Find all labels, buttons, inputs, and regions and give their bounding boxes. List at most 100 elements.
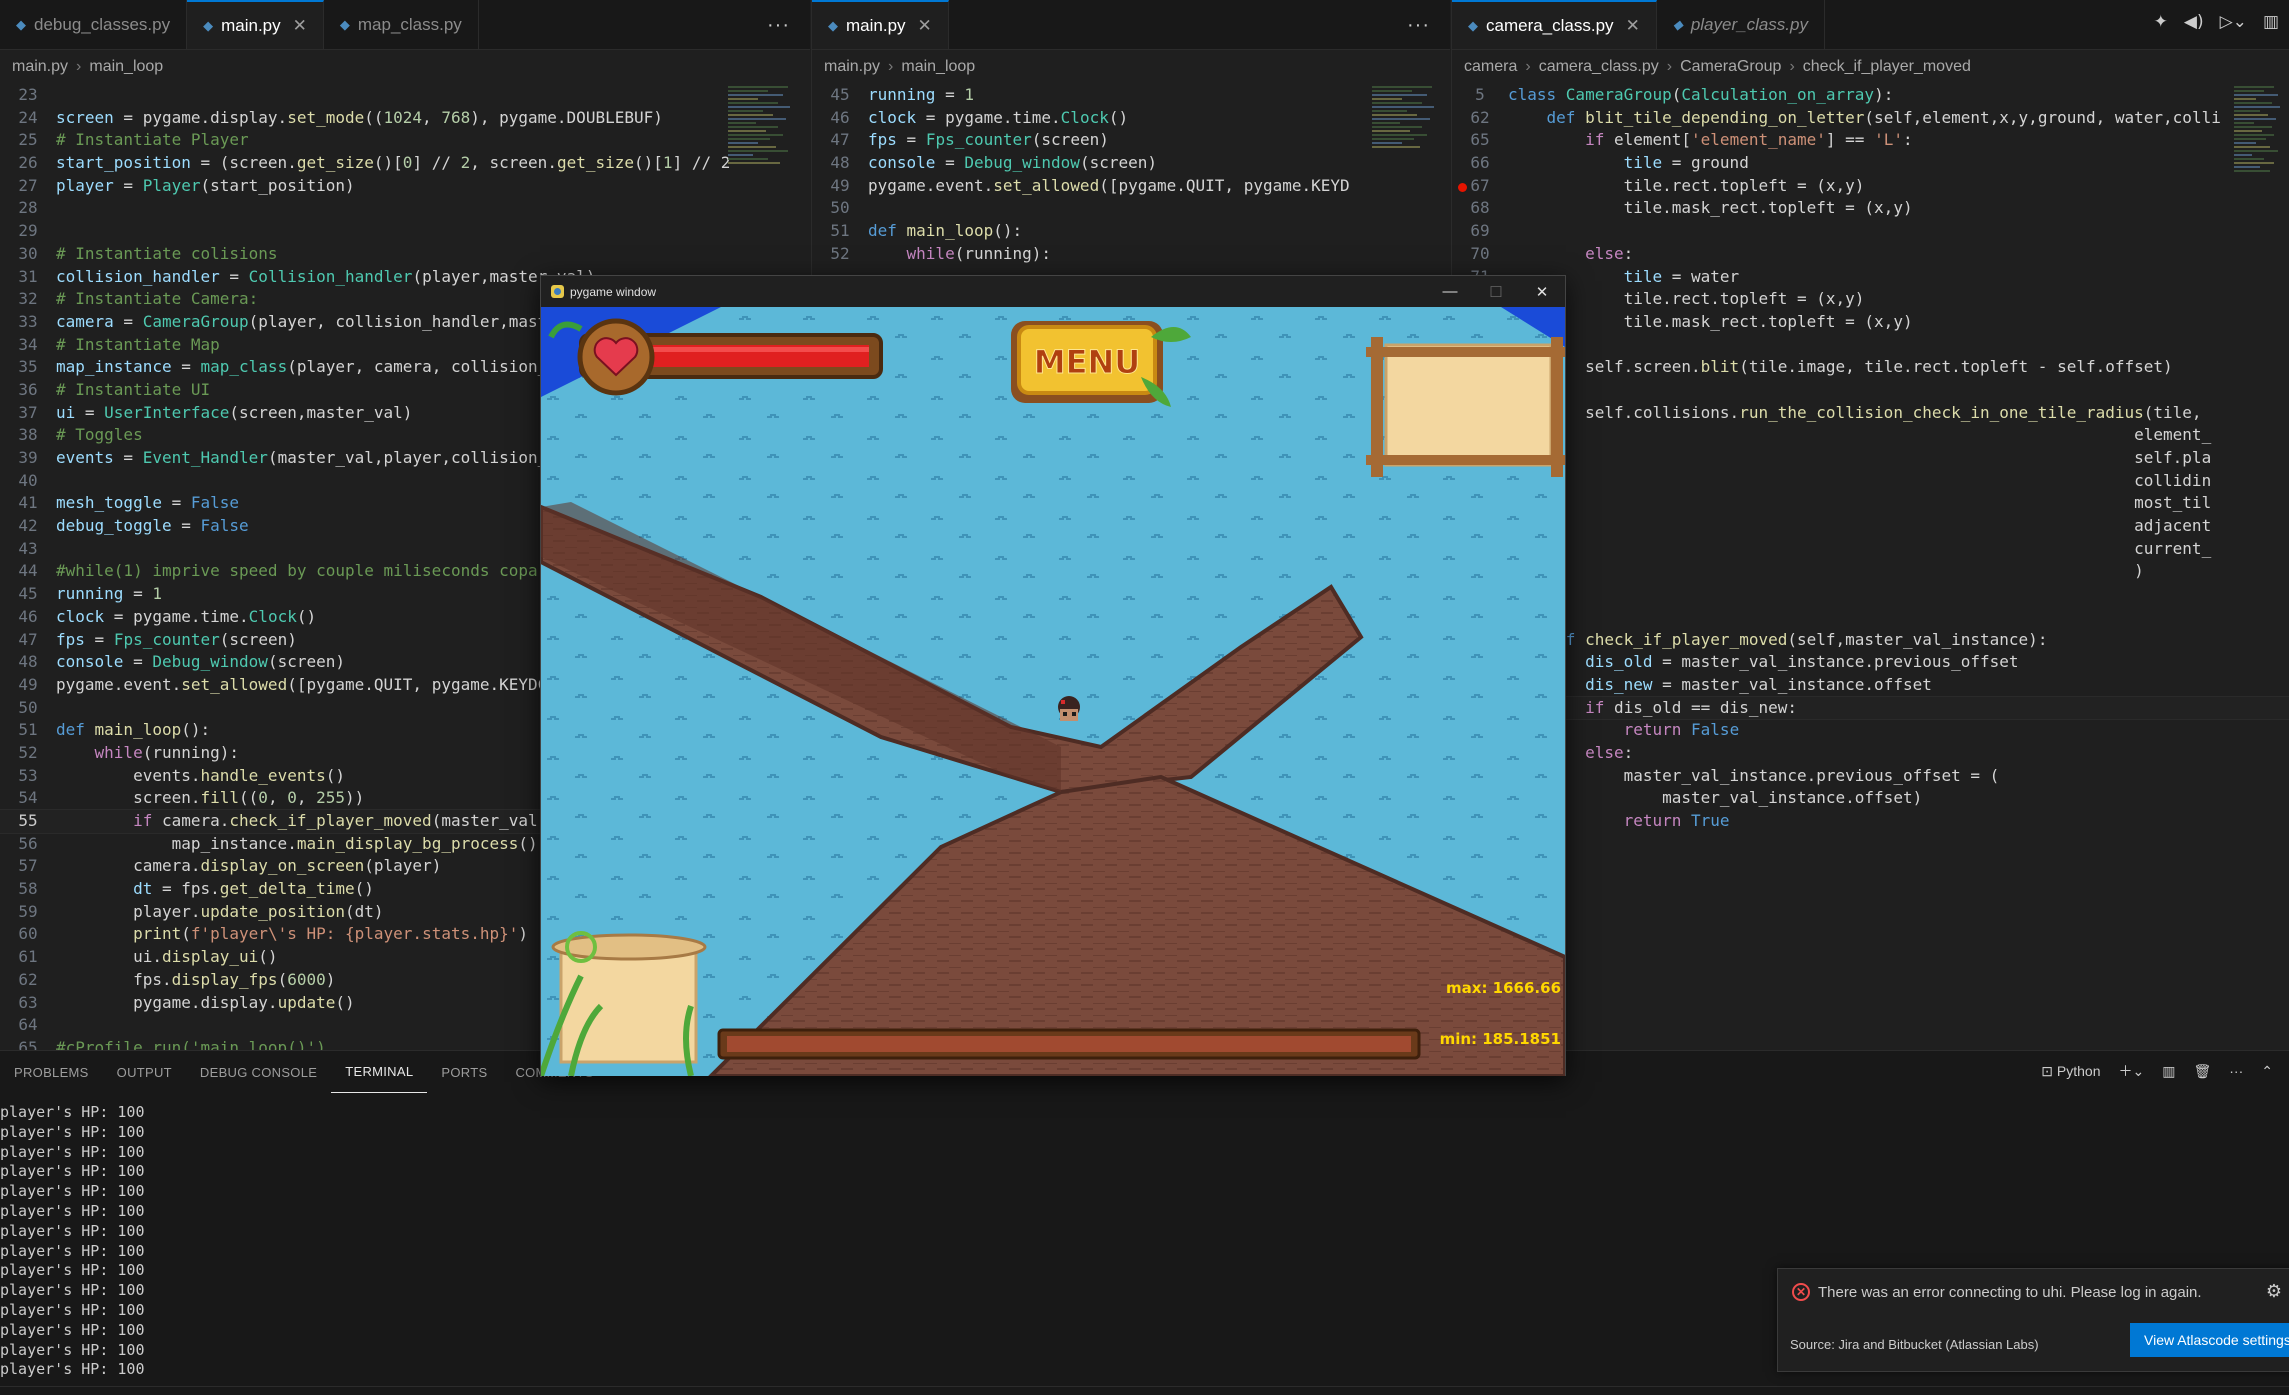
code-line[interactable]: 69 xyxy=(1452,220,2289,243)
code-line[interactable]: 46 clock = pygame.time.Clock() xyxy=(812,107,1450,130)
code-line[interactable]: 65 if element['element_name'] == 'L': xyxy=(1452,129,2289,152)
code-line[interactable]: 27 player = Player(start_position) xyxy=(0,175,810,198)
code-line[interactable]: 86 xyxy=(1452,606,2289,629)
code-line[interactable]: 66 tile = ground xyxy=(1452,152,2289,175)
code-line[interactable]: 94 master_val_instance.offset) xyxy=(1452,787,2289,810)
breadcrumb-item[interactable]: main.py xyxy=(824,58,880,76)
code-line[interactable]: 71 tile = water xyxy=(1452,266,2289,289)
minimap[interactable] xyxy=(1372,84,1450,214)
line-number: 45 xyxy=(830,85,850,104)
code-line[interactable]: 80 collidin xyxy=(1452,470,2289,493)
sound-icon[interactable]: ◀) xyxy=(2184,12,2204,32)
code-line[interactable]: 79 self.pla xyxy=(1452,447,2289,470)
code-line[interactable]: 50 xyxy=(812,197,1450,220)
code-line[interactable]: 48 console = Debug_window(screen) xyxy=(812,152,1450,175)
minimap[interactable] xyxy=(728,84,808,214)
code-line[interactable]: 85 xyxy=(1452,583,2289,606)
breadcrumb-item[interactable]: main_loop xyxy=(89,58,163,76)
code-line[interactable]: 76 xyxy=(1452,379,2289,402)
game-canvas[interactable]: MENU max: 1666.66 min: 185.1851 xyxy=(541,307,1565,1076)
more-actions-icon[interactable]: ··· xyxy=(767,14,790,37)
code-line[interactable]: 28 xyxy=(0,197,810,220)
code-line[interactable]: 30 # Instantiate colisions xyxy=(0,243,810,266)
new-terminal-icon[interactable]: ＋⌄ xyxy=(2119,1061,2145,1081)
breakpoint-icon[interactable] xyxy=(1458,182,1467,192)
code-line[interactable]: 88 dis_old = master_val_instance.previou… xyxy=(1452,651,2289,674)
code-line[interactable]: 75 self.screen.blit(tile.image, tile.rec… xyxy=(1452,356,2289,379)
more-actions-icon[interactable]: ··· xyxy=(1407,14,1430,37)
code-line[interactable]: 74 xyxy=(1452,334,2289,357)
view-settings-button[interactable]: View Atlascode settings xyxy=(2130,1323,2289,1357)
code-line[interactable]: 84 ) xyxy=(1452,560,2289,583)
panel-tab-problems[interactable]: PROBLEMS xyxy=(0,1051,103,1093)
code-line[interactable]: 25 # Instantiate Player xyxy=(0,129,810,152)
code-line[interactable]: 72 tile.rect.topleft = (x,y) xyxy=(1452,288,2289,311)
tab-main-py[interactable]: ◆ main.py ✕ xyxy=(812,0,949,49)
code-line[interactable]: 91 return False xyxy=(1452,719,2289,742)
tab-map-class-py[interactable]: ◆ map_class.py xyxy=(324,0,479,49)
code-line[interactable]: 78 element_ xyxy=(1452,424,2289,447)
breadcrumb-item[interactable]: check_if_player_moved xyxy=(1803,58,1971,76)
code-line[interactable]: 24 screen = pygame.display.set_mode((1024… xyxy=(0,107,810,130)
close-button[interactable]: ✕ xyxy=(1519,276,1565,307)
window-titlebar[interactable]: pygame window — ☐ ✕ xyxy=(541,276,1565,307)
breadcrumb-item[interactable]: camera_class.py xyxy=(1539,58,1659,76)
code-token: = xyxy=(219,266,249,286)
split-terminal-icon[interactable]: ▥ xyxy=(2162,1063,2175,1080)
code-line[interactable]: 81 most_til xyxy=(1452,492,2289,515)
code-editor[interactable]: 5 class CameraGroup(Calculation_on_array)… xyxy=(1452,84,2289,1050)
code-line[interactable]: 51 def main_loop(): xyxy=(812,220,1450,243)
tab-player-class-py[interactable]: ◆ player_class.py xyxy=(1657,0,1825,49)
chevron-up-icon[interactable]: ⌃ xyxy=(2261,1063,2273,1080)
minimap[interactable] xyxy=(2234,84,2286,214)
code-line[interactable]: 49 pygame.event.set_allowed([pygame.QUIT,… xyxy=(812,175,1450,198)
panel-tab-terminal[interactable]: TERMINAL xyxy=(331,1051,428,1093)
code-line[interactable]: 90 if dis_old == dis_new: xyxy=(1452,695,2289,721)
code-line[interactable]: 92 else: xyxy=(1452,742,2289,765)
code-line[interactable]: 47 fps = Fps_counter(screen) xyxy=(812,129,1450,152)
code-line[interactable]: 87 def check_if_player_moved(self,master… xyxy=(1452,629,2289,652)
code-line[interactable]: 45 running = 1 xyxy=(812,84,1450,107)
panel-tab-debug-console[interactable]: DEBUG CONSOLE xyxy=(186,1051,331,1093)
code-line[interactable]: 52 while(running): xyxy=(812,243,1450,266)
close-icon[interactable]: ✕ xyxy=(293,16,307,36)
split-editor-icon[interactable]: ▥ xyxy=(2263,12,2279,32)
code-line[interactable]: 70 else: xyxy=(1452,243,2289,266)
breadcrumb-item[interactable]: main.py xyxy=(12,58,68,76)
trash-icon[interactable]: 🗑 xyxy=(2193,1063,2211,1080)
code-line[interactable]: 68 tile.mask_rect.topleft = (x,y) xyxy=(1452,197,2289,220)
line-number: 28 xyxy=(18,198,38,218)
close-icon[interactable]: ✕ xyxy=(918,16,932,36)
breadcrumb-item[interactable]: main_loop xyxy=(901,58,975,76)
panel-tab-output[interactable]: OUTPUT xyxy=(103,1051,186,1093)
code-line[interactable]: 26 start_position = (screen.get_size()[0]… xyxy=(0,152,810,175)
breadcrumb-item[interactable]: CameraGroup xyxy=(1680,58,1781,76)
tab-debug-classes-py[interactable]: ◆ debug_classes.py xyxy=(0,0,188,49)
code-line[interactable]: 5 class CameraGroup(Calculation_on_array)… xyxy=(1452,84,2289,107)
code-line[interactable]: 83 current_ xyxy=(1452,538,2289,561)
code-line[interactable]: 23 xyxy=(0,84,810,107)
code-token: adjacent xyxy=(1508,516,2212,536)
minimize-button[interactable]: — xyxy=(1427,276,1473,307)
breadcrumb-item[interactable]: camera xyxy=(1464,58,1517,76)
code-line[interactable]: 29 xyxy=(0,220,810,243)
code-line[interactable]: 73 tile.mask_rect.topleft = (x,y) xyxy=(1452,311,2289,334)
code-line[interactable]: 67 tile.rect.topleft = (x,y) xyxy=(1452,175,2289,198)
more-actions-icon[interactable]: ··· xyxy=(2229,1063,2243,1079)
run-icon[interactable]: ▷⌄ xyxy=(2220,12,2247,32)
code-line[interactable]: 77 self.collisions.run_the_collision_che… xyxy=(1452,402,2289,425)
code-line[interactable]: 82 adjacent xyxy=(1452,515,2289,538)
pin-icon[interactable]: ✦ xyxy=(2154,12,2168,32)
code-line[interactable]: 95 return True xyxy=(1452,810,2289,833)
gear-icon[interactable]: ⚙ xyxy=(2266,1281,2282,1302)
code-line[interactable]: 62 def blit_tile_depending_on_letter(sel… xyxy=(1452,107,2289,130)
terminal-shell-selector[interactable]: ⊡ Python xyxy=(2041,1063,2100,1080)
tab-main-py[interactable]: ◆ main.py ✕ xyxy=(187,0,324,49)
close-icon[interactable]: ✕ xyxy=(1626,16,1640,36)
code-line[interactable]: 93 master_val_instance.previous_offset =… xyxy=(1452,765,2289,788)
code-line[interactable]: 89 dis_new = master_val_instance.offset xyxy=(1452,674,2289,697)
maximize-button[interactable]: ☐ xyxy=(1473,276,1519,307)
tab-camera-class-py[interactable]: ◆ camera_class.py ✕ xyxy=(1452,0,1657,49)
panel-tab-ports[interactable]: PORTS xyxy=(427,1051,501,1093)
pygame-window[interactable]: pygame window — ☐ ✕ MENU max: 1666.66 mi… xyxy=(540,275,1566,1076)
